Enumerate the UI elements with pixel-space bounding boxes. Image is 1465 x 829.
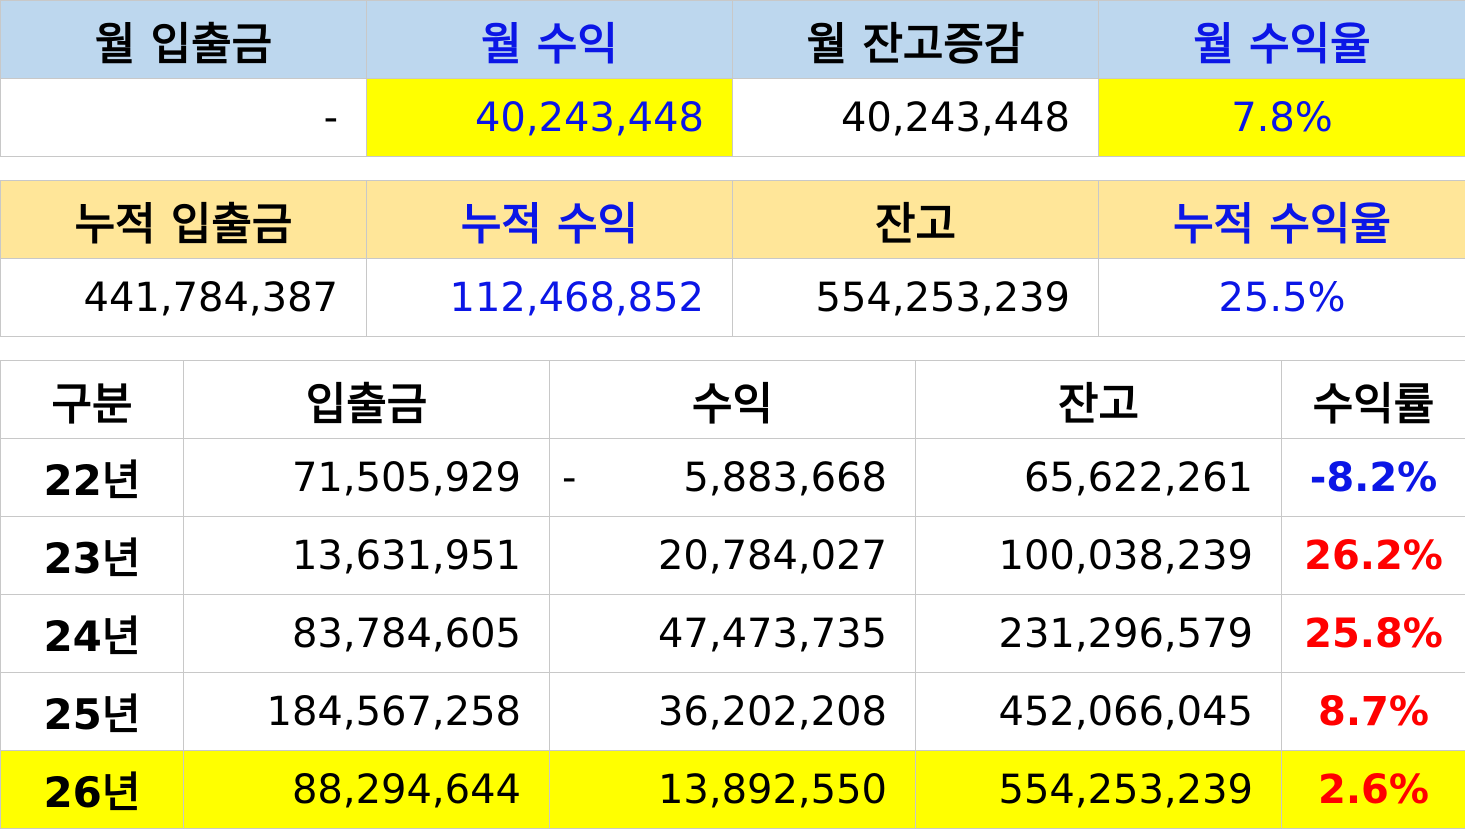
year-label: 22년 xyxy=(0,438,184,517)
deposit-cell: 71,505,929 xyxy=(183,438,550,517)
monthly-deposit-header: 월 입출금 xyxy=(0,0,367,79)
return-rate-cell: -8.2% xyxy=(1281,438,1465,517)
monthly-profit-header: 월 수익 xyxy=(366,0,733,79)
cumulative-summary-table: 누적 입출금 누적 수익 잔고 누적 수익율 441,784,387 112,4… xyxy=(0,180,1465,337)
balance-cell: 231,296,579 xyxy=(915,594,1282,673)
cumulative-profit-header: 누적 수익 xyxy=(366,180,733,259)
monthly-return-rate-header: 월 수익율 xyxy=(1098,0,1465,79)
profit-cell: 47,473,735 xyxy=(549,594,916,673)
return-rate-cell: 2.6% xyxy=(1281,750,1465,829)
cumulative-profit-value: 112,468,852 xyxy=(366,258,733,337)
table-row-highlighted: 26년 88,294,644 13,892,550 554,253,239 2.… xyxy=(0,750,1465,829)
year-label: 24년 xyxy=(0,594,184,673)
table-row: 22년 71,505,929 - 5,883,668 65,622,261 -8.… xyxy=(0,438,1465,517)
balance-value: 554,253,239 xyxy=(732,258,1099,337)
profit-sign: - xyxy=(562,454,577,501)
deposit-cell: 88,294,644 xyxy=(183,750,550,829)
year-label: 25년 xyxy=(0,672,184,751)
deposit-cell: 13,631,951 xyxy=(183,516,550,595)
deposit-header: 입출금 xyxy=(183,360,550,439)
balance-cell: 100,038,239 xyxy=(915,516,1282,595)
table-row: 23년 13,631,951 20,784,027 100,038,239 26… xyxy=(0,516,1465,595)
balance-cell: 65,622,261 xyxy=(915,438,1282,517)
return-rate-header: 수익률 xyxy=(1281,360,1465,439)
return-rate-cell: 26.2% xyxy=(1281,516,1465,595)
cumulative-return-rate-value: 25.5% xyxy=(1098,258,1465,337)
monthly-balance-change-header: 월 잔고증감 xyxy=(732,0,1099,79)
category-header: 구분 xyxy=(0,360,184,439)
profit-cell: 36,202,208 xyxy=(549,672,916,751)
monthly-return-rate-value: 7.8% xyxy=(1098,78,1465,157)
cumulative-deposit-value: 441,784,387 xyxy=(0,258,367,337)
monthly-summary-table: 월 입출금 월 수익 월 잔고증감 월 수익율 - 40,243,448 40,… xyxy=(0,0,1465,157)
cumulative-return-rate-header: 누적 수익율 xyxy=(1098,180,1465,259)
yearly-table: 구분 입출금 수익 잔고 수익률 22년 71,505,929 - 5,883,6… xyxy=(0,360,1465,829)
deposit-cell: 83,784,605 xyxy=(183,594,550,673)
return-rate-cell: 25.8% xyxy=(1281,594,1465,673)
balance-cell: 452,066,045 xyxy=(915,672,1282,751)
profit-cell: 20,784,027 xyxy=(549,516,916,595)
year-label: 26년 xyxy=(0,750,184,829)
year-label: 23년 xyxy=(0,516,184,595)
profit-cell: - 5,883,668 xyxy=(549,438,916,517)
balance-header: 잔고 xyxy=(915,360,1282,439)
table-row: 25년 184,567,258 36,202,208 452,066,045 8… xyxy=(0,672,1465,751)
balance-header: 잔고 xyxy=(732,180,1099,259)
table-row: 24년 83,784,605 47,473,735 231,296,579 25… xyxy=(0,594,1465,673)
monthly-profit-value: 40,243,448 xyxy=(366,78,733,157)
monthly-balance-change-value: 40,243,448 xyxy=(732,78,1099,157)
deposit-cell: 184,567,258 xyxy=(183,672,550,751)
balance-cell: 554,253,239 xyxy=(915,750,1282,829)
profit-header: 수익 xyxy=(549,360,916,439)
cumulative-deposit-header: 누적 입출금 xyxy=(0,180,367,259)
profit-cell: 13,892,550 xyxy=(549,750,916,829)
return-rate-cell: 8.7% xyxy=(1281,672,1465,751)
monthly-deposit-value: - xyxy=(0,78,367,157)
profit-value: 5,883,668 xyxy=(683,454,887,501)
